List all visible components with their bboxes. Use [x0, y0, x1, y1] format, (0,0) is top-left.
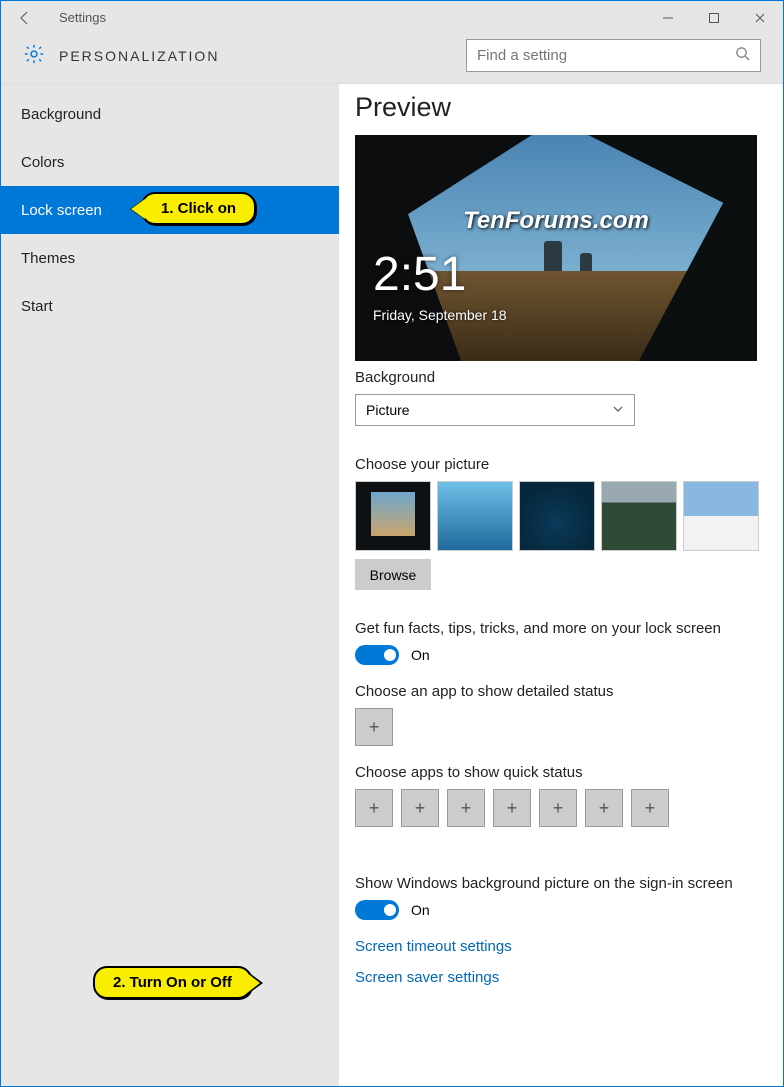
sidebar-item-themes[interactable]: Themes: [1, 234, 339, 282]
annotation-step1: 1. Click on: [141, 192, 256, 225]
minimize-button[interactable]: [645, 2, 691, 34]
add-quick-app-slot[interactable]: +: [585, 789, 623, 827]
titlebar: Settings: [1, 1, 783, 34]
close-button[interactable]: [737, 2, 783, 34]
watermark: TenForums.com: [355, 207, 757, 235]
search-input[interactable]: Find a setting: [466, 39, 761, 72]
fun-facts-label: Get fun facts, tips, tricks, and more on…: [355, 620, 759, 637]
window-title: Settings: [59, 10, 106, 25]
sidebar: Background Colors Lock screen Themes Sta…: [1, 84, 339, 1086]
preview-time: 2:51: [373, 247, 466, 302]
plus-icon: +: [461, 798, 472, 819]
add-quick-app-slot[interactable]: +: [355, 789, 393, 827]
background-label: Background: [355, 369, 759, 386]
background-select[interactable]: Picture: [355, 394, 635, 426]
preview-date: Friday, September 18: [373, 307, 507, 323]
search-icon: [735, 46, 750, 65]
maximize-button[interactable]: [691, 2, 737, 34]
add-quick-app-slot[interactable]: +: [493, 789, 531, 827]
picture-thumbnail[interactable]: [683, 481, 759, 551]
sidebar-item-label: Start: [21, 298, 53, 315]
header: PERSONALIZATION Find a setting: [1, 34, 783, 84]
back-button[interactable]: [9, 2, 41, 34]
sidebar-item-colors[interactable]: Colors: [1, 138, 339, 186]
lockscreen-preview: TenForums.com 2:51 Friday, September 18: [355, 135, 757, 361]
search-placeholder: Find a setting: [477, 47, 567, 64]
toggle-state: On: [411, 647, 430, 663]
detailed-status-label: Choose an app to show detailed status: [355, 683, 759, 700]
picture-thumbnail[interactable]: [519, 481, 595, 551]
select-value: Picture: [366, 402, 410, 418]
annotation-step2: 2. Turn On or Off: [93, 966, 252, 999]
content-pane: Preview TenForums.com 2:51 Friday, Septe…: [339, 84, 783, 1086]
picture-thumbnail[interactable]: [601, 481, 677, 551]
sidebar-item-label: Colors: [21, 154, 64, 171]
sidebar-item-start[interactable]: Start: [1, 282, 339, 330]
quick-status-label: Choose apps to show quick status: [355, 764, 759, 781]
choose-picture-label: Choose your picture: [355, 456, 759, 473]
button-label: Browse: [370, 567, 417, 583]
browse-button[interactable]: Browse: [355, 559, 431, 590]
signin-bg-toggle[interactable]: [355, 900, 399, 920]
link-text: Screen timeout settings: [355, 938, 512, 955]
add-quick-app-slot[interactable]: +: [447, 789, 485, 827]
preview-heading: Preview: [355, 92, 759, 123]
picture-thumbnail[interactable]: [355, 481, 431, 551]
add-quick-app-slot[interactable]: +: [539, 789, 577, 827]
plus-icon: +: [369, 798, 380, 819]
link-text: Screen saver settings: [355, 969, 499, 986]
fun-facts-toggle[interactable]: [355, 645, 399, 665]
add-quick-app-slot[interactable]: +: [401, 789, 439, 827]
picture-thumbnails: [355, 481, 759, 551]
plus-icon: +: [369, 717, 380, 738]
sidebar-item-label: Themes: [21, 250, 75, 267]
add-detailed-app-slot[interactable]: +: [355, 708, 393, 746]
plus-icon: +: [507, 798, 518, 819]
toggle-state: On: [411, 902, 430, 918]
add-quick-app-slot[interactable]: +: [631, 789, 669, 827]
chevron-down-icon: [612, 402, 624, 418]
window-controls: [645, 2, 783, 34]
gear-icon: [23, 43, 45, 69]
plus-icon: +: [553, 798, 564, 819]
picture-thumbnail[interactable]: [437, 481, 513, 551]
sidebar-item-label: Lock screen: [21, 202, 102, 219]
signin-bg-label: Show Windows background picture on the s…: [355, 875, 759, 892]
plus-icon: +: [415, 798, 426, 819]
category-title: PERSONALIZATION: [59, 48, 219, 64]
annotation-text: 2. Turn On or Off: [113, 974, 232, 991]
screen-saver-link[interactable]: Screen saver settings: [355, 969, 759, 986]
plus-icon: +: [645, 798, 656, 819]
annotation-text: 1. Click on: [161, 200, 236, 217]
plus-icon: +: [599, 798, 610, 819]
sidebar-item-background[interactable]: Background: [1, 90, 339, 138]
screen-timeout-link[interactable]: Screen timeout settings: [355, 938, 759, 955]
sidebar-item-label: Background: [21, 106, 101, 123]
